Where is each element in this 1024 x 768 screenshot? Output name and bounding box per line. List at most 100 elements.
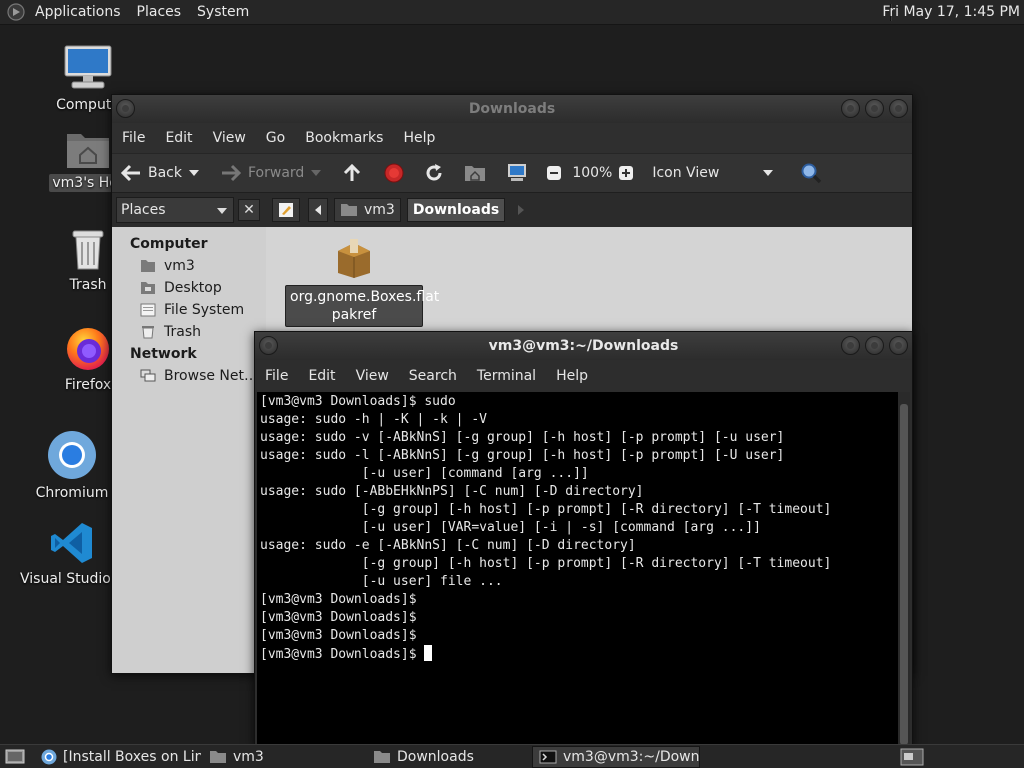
menu-go[interactable]: Go [256,130,295,146]
terminal-scrollbar[interactable] [898,392,910,745]
chevron-left-icon [315,205,321,215]
minimize-button[interactable] [841,99,860,118]
up-button[interactable] [342,154,368,192]
folder-icon [374,750,390,763]
zoom-level[interactable]: 100% [572,154,612,192]
terminal-line: usage: sudo -e [-ABkNnS] [-C num] [-D di… [260,538,636,553]
scrollbar-thumb[interactable] [900,404,908,745]
sidebar-type-select[interactable]: Places [116,197,234,223]
terminal-window[interactable]: vm3@vm3:~/Downloads File Edit View Searc… [254,331,913,746]
chevron-down-icon [217,208,227,214]
places-menu[interactable]: Places [129,4,190,20]
terminal-line: [vm3@vm3 Downloads]$ sudo [260,394,456,409]
menu-file[interactable]: File [255,368,298,384]
terminal-line: [-u user] file ... [260,574,503,589]
terminal-screen[interactable]: [vm3@vm3 Downloads]$ sudo usage: sudo -h … [257,392,910,745]
taskbar-item-browser[interactable]: [Install Boxes on Lin... [34,746,202,768]
reload-button[interactable] [424,154,450,192]
sidebar-item-file-system[interactable]: File System [112,299,266,321]
system-menu[interactable]: System [189,4,257,20]
maximize-button[interactable] [865,336,884,355]
taskbar-item-terminal[interactable]: vm3@vm3:~/Downl... [532,745,700,768]
workspace-switcher[interactable] [896,746,926,768]
search-button[interactable] [800,154,828,192]
applications-logo-icon [7,3,25,21]
applications-menu[interactable]: Applications [27,4,129,20]
menu-help[interactable]: Help [546,368,598,384]
menu-file[interactable]: File [112,130,155,146]
sidebar-section-network: Network [130,346,197,362]
menu-view[interactable]: View [203,130,256,146]
close-sidebar-button[interactable]: ✕ [238,199,260,221]
edit-location-icon [279,203,293,217]
sidebar-item-label: Desktop [164,280,222,296]
terminal-output: [vm3@vm3 Downloads]$ sudo usage: sudo -h … [260,393,831,664]
terminal-icon [539,750,557,763]
search-icon [801,163,822,184]
back-button[interactable]: Back [120,154,182,192]
zoom-out-button[interactable] [546,154,568,192]
breadcrumb-label: Downloads [412,202,500,218]
forward-label: Forward [248,165,305,181]
desktop-icon-chromium[interactable]: Chromium [27,430,117,502]
show-desktop-button[interactable] [0,746,30,768]
menu-view[interactable]: View [346,368,399,384]
taskbar-item-vm3[interactable]: vm3 [202,746,366,768]
sidebar-item-label: Browse Net… [164,368,259,384]
sidebar-type-label: Places [121,202,166,218]
sidebar-item-desktop[interactable]: Desktop [112,277,266,299]
terminal-line: [vm3@vm3 Downloads]$ [260,592,417,607]
terminal-titlebar[interactable]: vm3@vm3:~/Downloads [255,332,912,360]
top-panel: Applications Places System Fri May 17, 1… [0,0,1024,25]
maximize-button[interactable] [865,99,884,118]
file-item[interactable]: org.gnome.Boxes.flat pakref [284,237,439,327]
file-manager-titlebar[interactable]: Downloads [112,95,912,123]
window-title: Downloads [468,101,556,117]
menu-edit[interactable]: Edit [155,130,202,146]
close-button[interactable] [889,99,908,118]
terminal-prompt-line[interactable]: [vm3@vm3 Downloads]$ [260,645,831,664]
taskbar-item-downloads[interactable]: Downloads [366,746,532,768]
sidebar-item-label: Trash [164,324,201,340]
forward-button[interactable]: Forward [220,154,304,192]
terminal-line: usage: sudo -v [-ABkNnS] [-g group] [-h … [260,430,785,445]
menu-search[interactable]: Search [399,368,467,384]
forward-history-dropdown[interactable] [310,154,328,192]
view-mode-dropdown[interactable] [762,154,780,192]
zoom-in-icon [619,166,634,180]
sidebar-item-label: File System [164,302,245,318]
sidebar-item-browse-network[interactable]: Browse Net… [112,365,266,387]
home-folder-icon [341,204,357,216]
computer-icon [508,164,527,181]
zoom-in-button[interactable] [618,154,640,192]
terminal-line: [-g group] [-h host] [-p prompt] [-R dir… [260,502,832,517]
breadcrumb-vm3[interactable]: vm3 [334,198,401,222]
computer-button[interactable] [506,154,534,192]
stop-button[interactable] [384,154,410,192]
clock[interactable]: Fri May 17, 1:45 PM [882,0,1020,25]
back-history-dropdown[interactable] [188,154,206,192]
close-button[interactable] [889,336,908,355]
menu-edit[interactable]: Edit [298,368,345,384]
path-left-button[interactable] [308,198,328,222]
menu-terminal[interactable]: Terminal [467,368,546,384]
bottom-panel: [Install Boxes on Lin... vm3 Downloads v… [0,744,1024,768]
trash-icon [142,326,154,339]
toggle-location-entry-button[interactable] [272,198,300,222]
file-manager-toolbar: Back Forward 100% Icon View [112,153,912,193]
path-right-button[interactable] [511,198,532,222]
minimize-button[interactable] [841,336,860,355]
terminal-line: [-g group] [-h host] [-p prompt] [-R dir… [260,556,832,571]
terminal-line: usage: sudo -l [-ABkNnS] [-g group] [-h … [260,448,785,463]
taskbar-item-label: Downloads [397,748,474,765]
show-desktop-icon [5,749,25,763]
breadcrumb-downloads[interactable]: Downloads [406,198,506,222]
menu-bookmarks[interactable]: Bookmarks [295,130,393,146]
window-title: vm3@vm3:~/Downloads [488,338,679,354]
terminal-line: [-u user] [VAR=value] [-i | -s] [command… [260,520,761,535]
view-mode-select[interactable]: Icon View [652,154,756,192]
menu-help[interactable]: Help [393,130,445,146]
sidebar-item-trash[interactable]: Trash [112,321,266,343]
sidebar-item-vm3[interactable]: vm3 [112,255,266,277]
home-button[interactable] [464,154,492,192]
